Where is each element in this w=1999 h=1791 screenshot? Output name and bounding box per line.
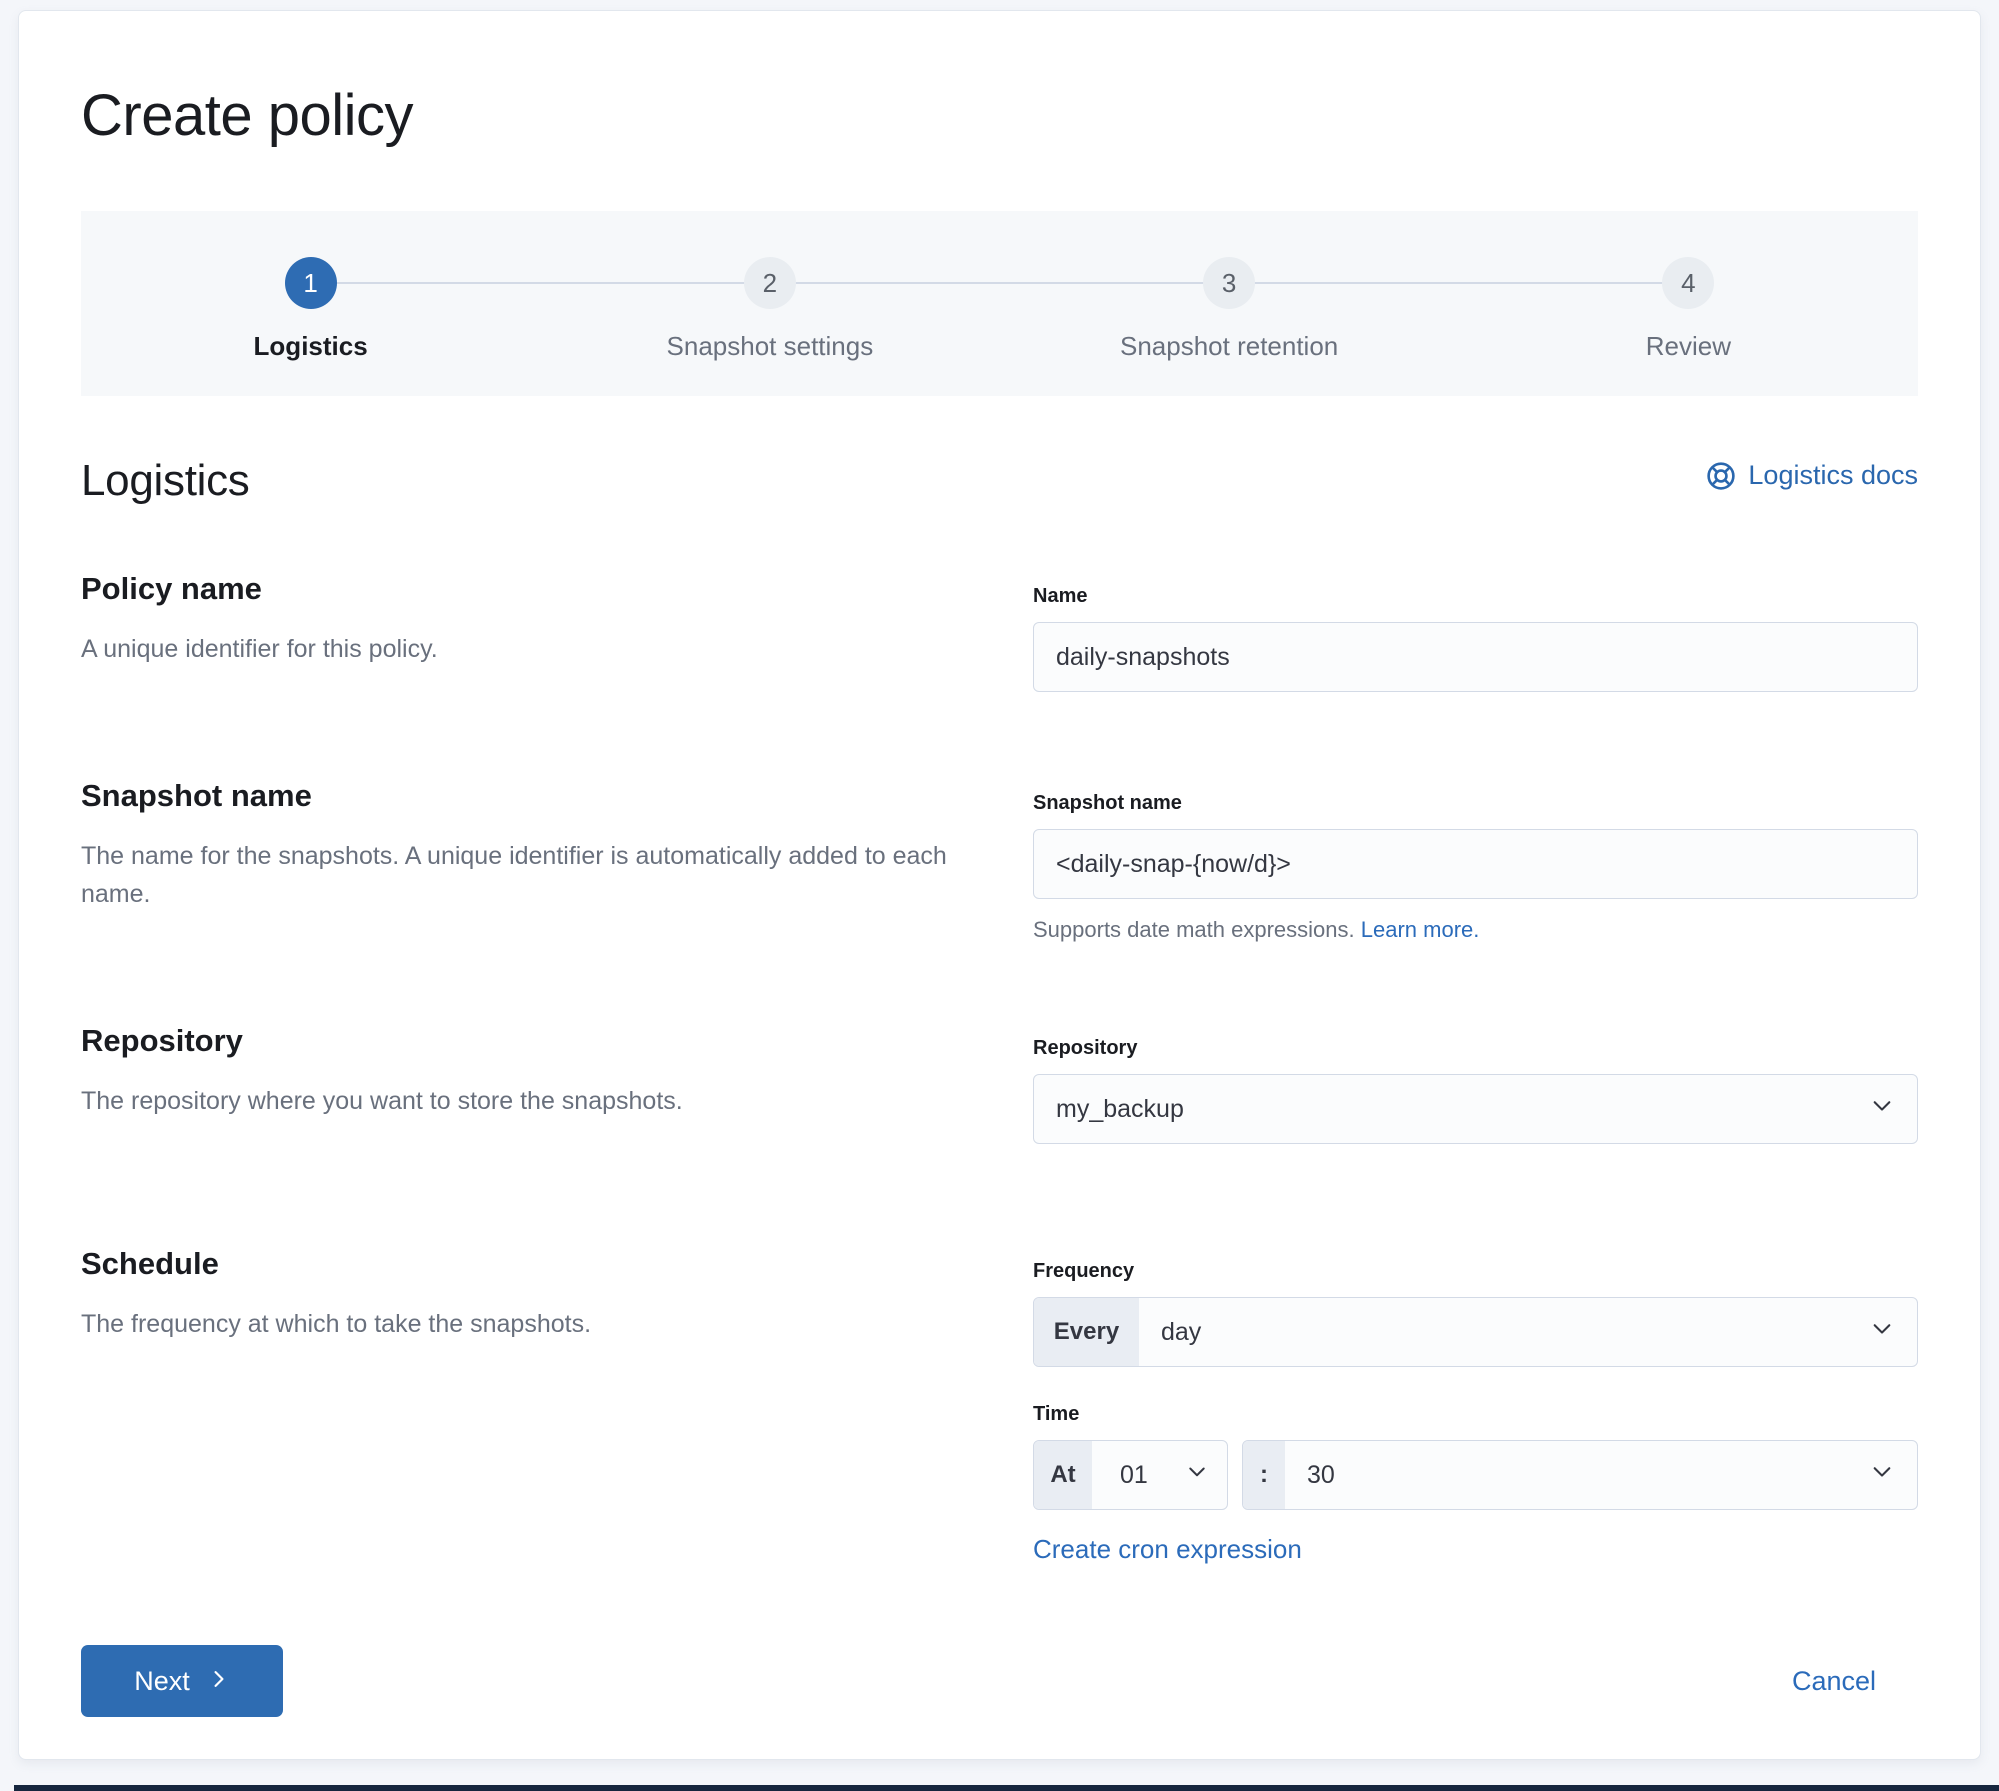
snapshot-name-help-text: Supports date math expressions. — [1033, 917, 1355, 942]
step-3-label: Snapshot retention — [1119, 331, 1339, 361]
policy-name-heading: Policy name — [81, 571, 262, 606]
step-snapshot-retention[interactable]: 3 Snapshot retention — [1000, 211, 1459, 396]
step-1-label: Logistics — [253, 331, 368, 361]
create-cron-expression-link[interactable]: Create cron expression — [1033, 1534, 1302, 1564]
frequency-select[interactable]: Every day — [1033, 1297, 1918, 1367]
repository-select[interactable]: my_backup — [1033, 1074, 1918, 1144]
name-field-label: Name — [1033, 585, 1088, 607]
step-2-label: Snapshot settings — [666, 331, 874, 361]
step-logistics[interactable]: 1 Logistics — [81, 211, 540, 396]
policy-name-description: A unique identifier for this policy. — [81, 635, 438, 663]
chevron-right-icon — [208, 1666, 230, 1697]
repository-heading: Repository — [81, 1023, 243, 1058]
chevron-down-icon — [1869, 1093, 1895, 1126]
schedule-description: The frequency at which to take the snaps… — [81, 1310, 592, 1338]
minute-select-value: 30 — [1307, 1460, 1335, 1489]
step-review[interactable]: 4 Review — [1459, 211, 1918, 396]
frequency-select-value: day — [1161, 1317, 1202, 1346]
section-title: Logistics — [81, 456, 250, 505]
step-4-label: Review — [1645, 331, 1731, 361]
minute-select[interactable]: : 30 — [1242, 1440, 1918, 1510]
bottom-edge-bar — [14, 1785, 1999, 1791]
time-prepend-label: At — [1034, 1441, 1092, 1509]
chevron-down-icon — [1869, 1316, 1895, 1349]
step-snapshot-settings[interactable]: 2 Snapshot settings — [540, 211, 999, 396]
repository-description: The repository where you want to store t… — [81, 1087, 683, 1115]
hour-select-value: 01 — [1120, 1460, 1148, 1489]
chevron-down-icon — [1185, 1460, 1209, 1491]
time-separator-label: : — [1243, 1441, 1285, 1509]
lifebuoy-icon — [1706, 461, 1736, 491]
step-2-circle: 2 — [743, 257, 796, 309]
schedule-heading: Schedule — [81, 1246, 219, 1281]
policy-name-row: Policy name A unique identifier for this… — [81, 569, 1918, 692]
learn-more-link[interactable]: Learn more. — [1361, 917, 1480, 942]
create-policy-panel: Create policy 1 Logistics 2 Snapshot set… — [18, 10, 1981, 1760]
snapshot-name-field-label: Snapshot name — [1033, 792, 1182, 814]
step-1-circle: 1 — [284, 257, 337, 309]
snapshot-name-description: The name for the snapshots. A unique ide… — [81, 842, 947, 908]
repository-row: Repository The repository where you want… — [81, 1021, 1918, 1144]
time-field-label: Time — [1033, 1403, 1080, 1425]
hour-select[interactable]: At 01 — [1033, 1440, 1228, 1510]
frequency-prepend-label: Every — [1034, 1298, 1139, 1366]
cancel-link[interactable]: Cancel — [1792, 1666, 1876, 1697]
policy-name-input[interactable] — [1033, 622, 1918, 692]
docs-link-label: Logistics docs — [1748, 460, 1918, 490]
snapshot-name-input[interactable] — [1033, 829, 1918, 899]
frequency-field-label: Frequency — [1033, 1260, 1135, 1282]
snapshot-name-row: Snapshot name The name for the snapshots… — [81, 776, 1918, 943]
next-button[interactable]: Next — [81, 1645, 283, 1717]
repository-select-value: my_backup — [1056, 1094, 1184, 1123]
logistics-docs-link[interactable]: Logistics docs — [1706, 460, 1918, 491]
step-4-circle: 4 — [1662, 257, 1715, 309]
step-3-circle: 3 — [1203, 257, 1256, 309]
next-button-label: Next — [134, 1665, 190, 1696]
wizard-stepper: 1 Logistics 2 Snapshot settings 3 Snapsh… — [81, 211, 1918, 396]
snapshot-name-heading: Snapshot name — [81, 778, 312, 813]
schedule-row: Schedule The frequency at which to take … — [81, 1244, 1918, 1565]
repository-field-label: Repository — [1033, 1037, 1138, 1059]
page-title: Create policy — [81, 83, 413, 148]
chevron-down-icon — [1869, 1459, 1895, 1492]
